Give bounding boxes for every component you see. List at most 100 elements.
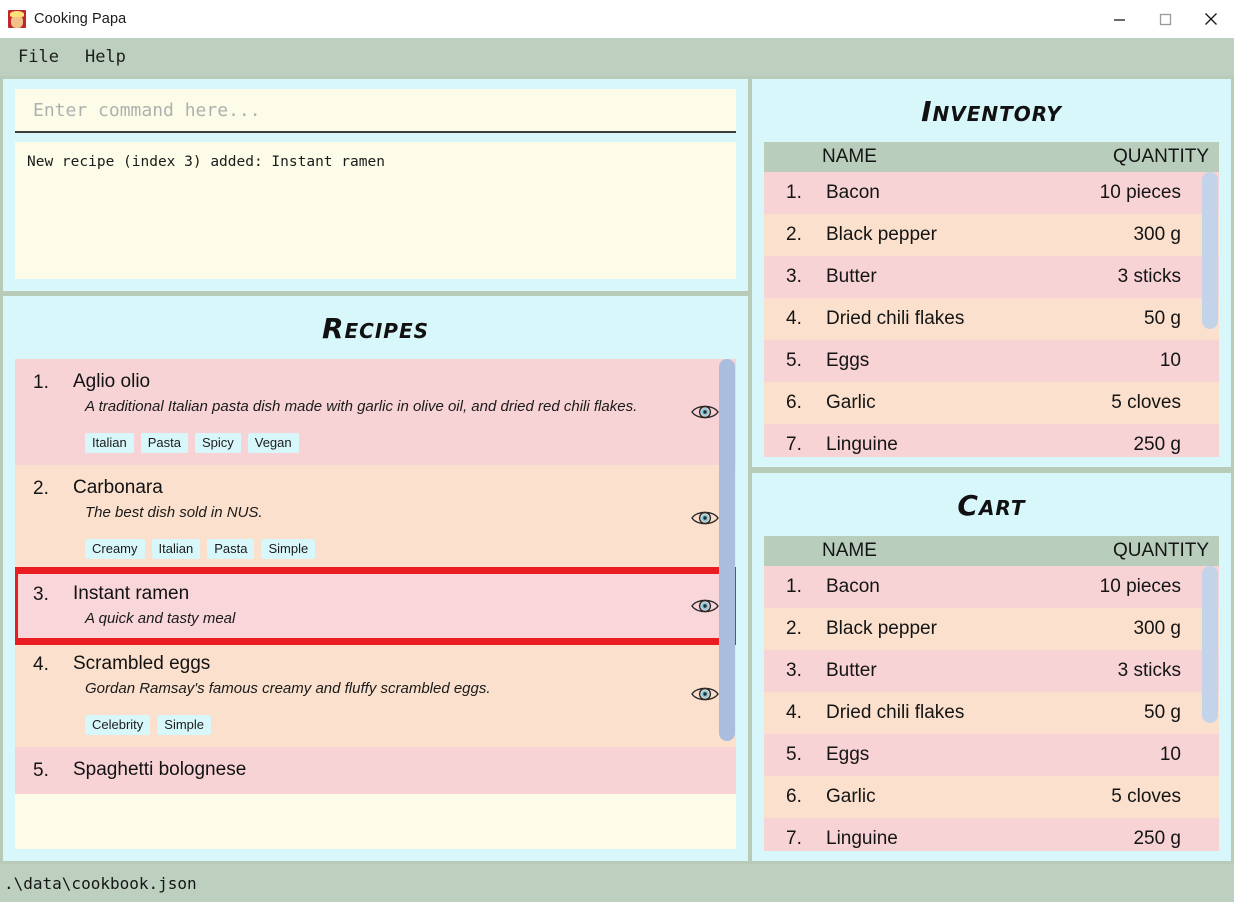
recipe-row[interactable]: 1. Aglio olio A traditional Italian pasta …	[15, 359, 736, 466]
command-input[interactable]	[15, 89, 736, 133]
left-column: New recipe (index 3) added: Instant rame…	[0, 76, 750, 864]
recipe-tag: Italian	[151, 539, 201, 560]
menu-item-file[interactable]: File	[18, 47, 59, 67]
table-row[interactable]: 4. Dried chili flakes 50 g	[764, 692, 1219, 734]
recipe-body: Scrambled eggs Gordan Ramsay's famous cre…	[73, 653, 680, 736]
table-row[interactable]: 1. Bacon 10 pieces	[764, 566, 1219, 608]
row-name: Bacon	[826, 182, 880, 203]
recipe-tags: Celebrity Simple	[85, 715, 680, 736]
menu-item-help[interactable]: Help	[85, 47, 126, 67]
eye-icon[interactable]	[688, 677, 722, 711]
console-panel: New recipe (index 3) added: Instant rame…	[3, 79, 748, 291]
row-name: Eggs	[826, 744, 870, 765]
recipe-row[interactable]: 5. Spaghetti bolognese	[15, 747, 736, 795]
recipe-index: 4.	[33, 654, 49, 676]
table-row[interactable]: 4. Dried chili flakes 50 g	[764, 298, 1219, 340]
inventory-table: NAME QUANTITY 1. Bacon 10 pieces 2. Black pe…	[764, 142, 1219, 457]
row-index: 1.	[786, 182, 802, 203]
cart-rows[interactable]: 1. Bacon 10 pieces 2. Black pepper 300 g 3. But…	[764, 566, 1219, 851]
cart-panel-title: Cart	[957, 489, 1026, 522]
row-quantity: 300 g	[1133, 224, 1181, 245]
recipe-tag: Celebrity	[85, 715, 151, 736]
inventory-scrollbar-thumb[interactable]	[1202, 172, 1218, 329]
console-output: New recipe (index 3) added: Instant rame…	[15, 142, 736, 279]
chef-app-icon	[8, 9, 26, 28]
cart-column-quantity: QUANTITY	[1112, 540, 1209, 561]
minimize-icon[interactable]	[1096, 0, 1142, 38]
recipe-tag: Creamy	[85, 539, 145, 560]
recipes-panel-title: Recipes	[321, 312, 430, 345]
recipe-tag: Simple	[157, 715, 212, 736]
row-name: Linguine	[826, 828, 898, 849]
row-name: Bacon	[826, 576, 880, 597]
row-name: Dried chili flakes	[826, 308, 965, 329]
row-name: Black pepper	[826, 224, 937, 245]
menu-bar: File Help	[0, 38, 1234, 76]
row-name: Butter	[826, 660, 877, 681]
row-index: 5.	[786, 744, 802, 765]
window-controls	[1096, 0, 1234, 38]
recipe-name: Scrambled eggs	[73, 653, 211, 675]
cart-table-header: NAME QUANTITY	[764, 536, 1219, 566]
row-index: 5.	[786, 350, 802, 371]
recipe-tag: Pasta	[207, 539, 255, 560]
row-quantity: 3 sticks	[1117, 266, 1181, 287]
row-name: Black pepper	[826, 618, 937, 639]
row-quantity: 50 g	[1144, 308, 1181, 329]
row-index: 6.	[786, 392, 802, 413]
table-row[interactable]: 7. Linguine 250 g	[764, 818, 1219, 851]
table-row[interactable]: 3. Butter 3 sticks	[764, 650, 1219, 692]
main-content: New recipe (index 3) added: Instant rame…	[0, 76, 1234, 864]
recipe-tag: Simple	[261, 539, 316, 560]
recipe-row[interactable]: 3. Instant ramen A quick and tasty meal	[15, 567, 736, 646]
inventory-rows[interactable]: 1. Bacon 10 pieces 2. Black pepper 300 g 3. But…	[764, 172, 1219, 457]
recipe-row[interactable]: 4. Scrambled eggs Gordan Ramsay's famous c…	[15, 641, 736, 748]
recipe-tag: Pasta	[140, 433, 188, 454]
row-quantity: 10 pieces	[1099, 576, 1181, 597]
cart-scrollbar-thumb[interactable]	[1202, 566, 1218, 723]
table-row[interactable]: 7. Linguine 250 g	[764, 424, 1219, 457]
recipe-tag: Vegan	[247, 433, 299, 454]
recipe-row[interactable]: 2. Carbonara The best dish sold in NUS. Cre…	[15, 465, 736, 572]
window-title-bar: Cooking Papa	[0, 0, 1234, 38]
row-index: 4.	[786, 308, 802, 329]
row-name: Eggs	[826, 350, 870, 371]
table-row[interactable]: 1. Bacon 10 pieces	[764, 172, 1219, 214]
cart-scrollbar[interactable]	[1202, 566, 1218, 851]
maximize-icon[interactable]	[1142, 0, 1188, 38]
table-row[interactable]: 6. Garlic 5 cloves	[764, 382, 1219, 424]
table-row[interactable]: 2. Black pepper 300 g	[764, 608, 1219, 650]
close-icon[interactable]	[1188, 0, 1234, 38]
row-quantity: 10 pieces	[1099, 182, 1181, 203]
recipe-index: 2.	[33, 478, 49, 500]
recipe-tag: Italian	[85, 433, 134, 454]
row-name: Dried chili flakes	[826, 702, 965, 723]
row-index: 4.	[786, 702, 802, 723]
recipe-body: Carbonara The best dish sold in NUS. Cream…	[73, 477, 680, 560]
row-index: 2.	[786, 618, 802, 639]
eye-icon[interactable]	[688, 395, 722, 429]
recipes-list[interactable]: 1. Aglio olio A traditional Italian pasta …	[15, 359, 736, 849]
recipe-name: Instant ramen	[73, 583, 190, 605]
row-quantity: 5 cloves	[1111, 786, 1181, 807]
table-row[interactable]: 6. Garlic 5 cloves	[764, 776, 1219, 818]
eye-icon[interactable]	[688, 589, 722, 623]
inventory-scrollbar[interactable]	[1202, 172, 1218, 457]
recipe-tags: Italian Pasta Spicy Vegan	[85, 433, 680, 454]
row-quantity: 250 g	[1133, 828, 1181, 849]
recipes-scrollbar[interactable]	[719, 359, 735, 849]
row-index: 3.	[786, 660, 802, 681]
recipe-name: Carbonara	[73, 477, 163, 499]
recipes-scrollbar-thumb[interactable]	[719, 359, 735, 742]
window-title: Cooking Papa	[34, 10, 127, 27]
table-row[interactable]: 3. Butter 3 sticks	[764, 256, 1219, 298]
row-index: 7.	[786, 434, 802, 455]
table-row[interactable]: 2. Black pepper 300 g	[764, 214, 1219, 256]
inventory-table-header: NAME QUANTITY	[764, 142, 1219, 172]
table-row[interactable]: 5. Eggs 10	[764, 734, 1219, 776]
recipes-list-container: 1. Aglio olio A traditional Italian pasta …	[15, 359, 736, 849]
recipes-panel: Recipes 1. Aglio olio A traditional Italia…	[3, 296, 748, 861]
table-row[interactable]: 5. Eggs 10	[764, 340, 1219, 382]
row-index: 3.	[786, 266, 802, 287]
eye-icon[interactable]	[688, 501, 722, 535]
